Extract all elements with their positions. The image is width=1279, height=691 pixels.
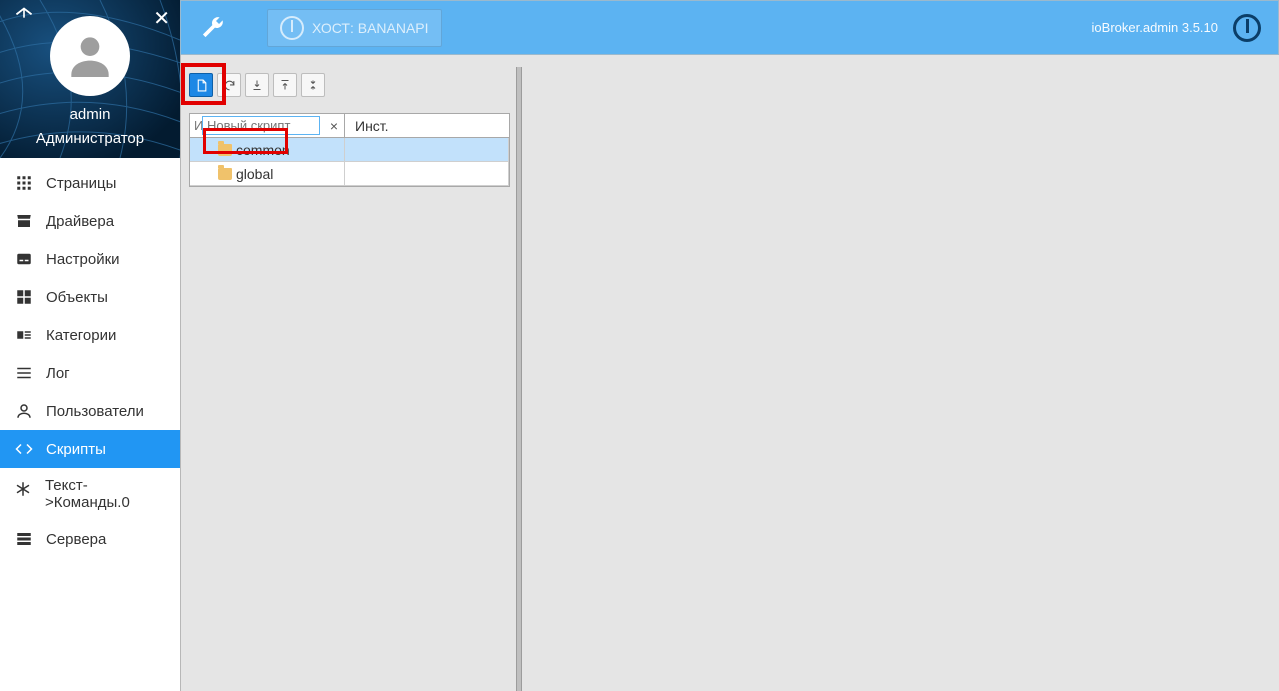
nav-users[interactable]: Пользователи — [0, 392, 180, 430]
subtitles-icon — [14, 249, 34, 269]
script-toolbar — [189, 73, 325, 97]
clear-filter-button[interactable]: × — [330, 118, 338, 134]
sidebar-role: Администратор — [0, 130, 180, 147]
nav-label: Настройки — [46, 251, 120, 268]
refresh-button[interactable] — [217, 73, 241, 97]
nav-label: Сервера — [46, 531, 106, 548]
close-sidebar-button[interactable]: ✕ — [153, 6, 170, 31]
nav-hosts[interactable]: Сервера — [0, 520, 180, 558]
power-icon — [280, 16, 304, 40]
script-filter-input[interactable] — [202, 116, 320, 135]
tree-row-common[interactable]: common — [190, 138, 509, 162]
nav-enums[interactable]: Категории — [0, 316, 180, 354]
nav-label: Текст->Команды.0 — [45, 477, 166, 511]
script-tree: И × Инст. common global — [189, 113, 510, 187]
nav: Страницы Драйвера Настройки Объекты Кате… — [0, 158, 180, 558]
file-icon — [195, 79, 208, 92]
settings-button[interactable] — [197, 13, 227, 43]
storage-icon — [14, 529, 34, 549]
nav-log[interactable]: Лог — [0, 354, 180, 392]
instance-header-label: Инст. — [355, 118, 389, 134]
grid-view-icon — [14, 287, 34, 307]
list-icon — [14, 363, 34, 383]
folder-icon — [218, 144, 232, 156]
topbar: ХОСТ: BANANAPI ioBroker.admin 3.5.10 — [180, 0, 1279, 55]
version-label: ioBroker.admin 3.5.10 — [1092, 20, 1218, 35]
host-label: ХОСТ: BANANAPI — [312, 20, 429, 36]
splitter-handle[interactable] — [516, 67, 522, 691]
brand-logo[interactable] — [1232, 13, 1262, 43]
code-icon — [14, 439, 34, 459]
topbar-right: ioBroker.admin 3.5.10 — [1092, 13, 1262, 43]
nav-label: Драйвера — [46, 213, 114, 230]
art-track-icon — [14, 325, 34, 345]
sidebar: ✕ admin Администратор Страницы Драйвера — [0, 0, 180, 691]
expand-button[interactable] — [301, 73, 325, 97]
power-icon — [1233, 14, 1261, 42]
nav-label: Объекты — [46, 289, 108, 306]
expand-icon — [307, 79, 319, 91]
user-avatar-icon — [62, 28, 118, 84]
person-icon — [14, 401, 34, 421]
nav-adapters[interactable]: Драйвера — [0, 202, 180, 240]
new-script-button[interactable] — [189, 73, 213, 97]
app-logo-icon — [14, 6, 34, 29]
download-icon — [251, 79, 263, 91]
tree-col-name: И × — [190, 114, 345, 137]
asterisk-icon — [14, 479, 33, 499]
nav-pages[interactable]: Страницы — [0, 164, 180, 202]
sidebar-username: admin — [0, 106, 180, 123]
nav-label: Лог — [46, 365, 70, 382]
nav-label: Пользователи — [46, 403, 144, 420]
nav-label: Скрипты — [46, 441, 106, 458]
host-selector[interactable]: ХОСТ: BANANAPI — [267, 9, 442, 47]
tree-header: И × Инст. — [190, 114, 509, 138]
download-button[interactable] — [245, 73, 269, 97]
avatar — [50, 16, 130, 96]
tree-row-global[interactable]: global — [190, 162, 509, 186]
collapse-button[interactable] — [273, 73, 297, 97]
tree-row-label: common — [236, 142, 290, 158]
nav-label: Страницы — [46, 175, 116, 192]
nav-text2command[interactable]: Текст->Команды.0 — [0, 468, 180, 520]
tree-col-instance: Инст. — [345, 114, 509, 137]
nav-label: Категории — [46, 327, 116, 344]
nav-objects[interactable]: Объекты — [0, 278, 180, 316]
tree-row-label: global — [236, 166, 273, 182]
apps-grid-icon — [14, 173, 34, 193]
collapse-icon — [279, 79, 291, 91]
refresh-icon — [223, 79, 236, 92]
nav-instances[interactable]: Настройки — [0, 240, 180, 278]
folder-icon — [218, 168, 232, 180]
nav-scripts[interactable]: Скрипты — [0, 430, 180, 468]
wrench-icon — [199, 15, 225, 41]
content: И × Инст. common global — [180, 55, 1279, 691]
storefront-icon — [14, 211, 34, 231]
sidebar-header: ✕ admin Администратор — [0, 0, 180, 158]
